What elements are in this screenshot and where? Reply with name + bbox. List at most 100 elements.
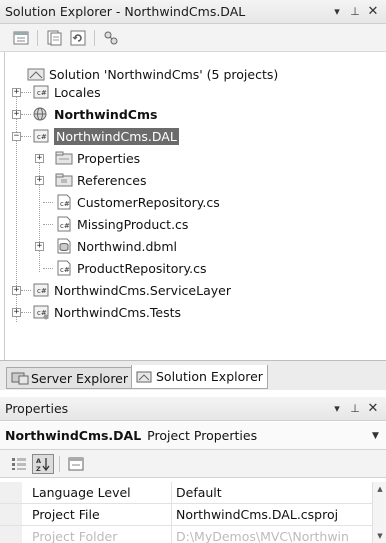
folder-label: References [77, 172, 147, 188]
tree-connector [21, 136, 31, 137]
properties-title-bar: Properties ▾ ⊥ ✕ [0, 397, 386, 421]
solution-label: Solution 'NorthwindCms' (5 projects) [49, 66, 279, 82]
svg-text:A: A [36, 457, 41, 465]
svg-text:c#: c# [60, 222, 70, 230]
grid-gutter [0, 482, 22, 503]
expand-icon[interactable]: + [35, 242, 44, 251]
alphabetical-icon[interactable]: AZ [32, 453, 54, 474]
solution-explorer-icon [136, 369, 154, 385]
property-grid-scrollbar[interactable]: ▲ ▼ [372, 482, 386, 543]
tab-solution-explorer[interactable]: Solution Explorer [131, 365, 268, 389]
expand-icon[interactable]: + [12, 88, 21, 97]
collapse-icon[interactable]: − [12, 132, 21, 141]
csharp-project-icon: c# [32, 282, 50, 298]
tab-label: Server Explorer [31, 370, 129, 386]
explorer-tab-strip: Server Explorer Solution Explorer [0, 360, 386, 390]
toolbar-separator [94, 29, 95, 46]
properties-toolbar: AZ [0, 450, 386, 478]
server-explorer-icon [11, 370, 29, 386]
svg-text:c#: c# [60, 200, 70, 208]
selected-object-name: NorthwindCms.DAL [5, 428, 142, 443]
svg-text:c#: c# [37, 89, 47, 97]
property-row[interactable]: Language Level Default [0, 482, 386, 504]
project-label: NorthwindCms.ServiceLayer [54, 282, 231, 298]
svg-text:Z: Z [36, 465, 41, 472]
grid-gutter [0, 526, 22, 543]
project-label: Locales [54, 84, 101, 100]
show-all-files-icon[interactable] [43, 28, 65, 48]
properties-folder-icon [55, 150, 73, 166]
solution-explorer-title: Solution Explorer - NorthwindCms.DAL [5, 4, 246, 19]
refresh-icon[interactable] [67, 28, 89, 48]
tab-server-explorer[interactable]: Server Explorer [6, 367, 134, 389]
expand-icon[interactable]: + [35, 154, 44, 163]
tree-connector [43, 224, 53, 225]
expand-icon[interactable]: + [12, 286, 21, 295]
file-label: Northwind.dbml [77, 238, 178, 254]
tree-connector [21, 312, 31, 313]
property-value[interactable]: Default [172, 482, 386, 503]
svg-text:c#: c# [60, 266, 70, 274]
categorized-icon[interactable] [8, 454, 30, 474]
tree-node-file[interactable]: c# MissingProduct.cs [55, 213, 188, 235]
property-pages-icon[interactable] [65, 454, 87, 474]
property-value[interactable]: NorthwindCms.DAL.csproj [172, 504, 386, 525]
window-position-dropdown-icon[interactable]: ▾ [328, 402, 346, 415]
tree-node-file[interactable]: c# ProductRepository.cs [55, 257, 207, 279]
csharp-file-icon: c# [55, 216, 73, 232]
tree-node-project[interactable]: c# NorthwindCms.ServiceLayer [32, 279, 231, 301]
tree-node-project-selected[interactable]: c# NorthwindCms.DAL [32, 125, 179, 147]
close-icon[interactable]: ✕ [364, 401, 382, 416]
chevron-down-icon[interactable]: ▼ [372, 431, 386, 441]
property-row[interactable]: Project Folder D:\MyDemos\MVC\Northwin [0, 526, 386, 543]
tree-connector [43, 202, 53, 203]
solution-explorer-title-bar: Solution Explorer - NorthwindCms.DAL ▾ ⊥… [0, 0, 386, 24]
startup-project-label: NorthwindCms [54, 106, 158, 122]
web-project-icon [32, 106, 50, 122]
tree-node-project[interactable]: c# Locales [32, 81, 101, 103]
references-folder-icon [55, 172, 73, 188]
tree-connector [21, 92, 31, 93]
window-position-dropdown-icon[interactable]: ▾ [328, 5, 346, 18]
auto-hide-pin-icon[interactable]: ⊥ [346, 402, 364, 415]
csharp-file-icon: c# [55, 194, 73, 210]
selected-object-type: Project Properties [147, 428, 258, 443]
tree-node-folder[interactable]: References [55, 169, 146, 191]
property-name: Project File [22, 504, 172, 525]
tree-node-folder[interactable]: Properties [55, 147, 140, 169]
toolbar-separator [37, 29, 38, 46]
close-icon[interactable]: ✕ [364, 4, 382, 19]
csharp-file-icon: c# [55, 260, 73, 276]
csharp-project-icon: c# [32, 128, 50, 144]
property-grid: Language Level Default Project File Nort… [0, 482, 386, 543]
properties-icon[interactable] [10, 28, 32, 48]
csharp-project-icon: c# [32, 84, 50, 100]
tree-connector [21, 114, 31, 115]
folder-label: Properties [77, 150, 141, 166]
svg-text:c#: c# [37, 287, 47, 295]
class-view-icon[interactable] [100, 28, 122, 48]
property-row[interactable]: Project File NorthwindCms.DAL.csproj [0, 504, 386, 526]
test-project-icon: c# [32, 304, 50, 320]
file-label: MissingProduct.cs [77, 216, 189, 232]
dbml-file-icon [55, 238, 73, 254]
scroll-down-icon[interactable]: ▼ [373, 529, 386, 543]
expand-icon[interactable]: + [35, 176, 44, 185]
tree-connector [21, 290, 31, 291]
scroll-up-icon[interactable]: ▲ [373, 482, 386, 496]
file-label: ProductRepository.cs [77, 260, 207, 276]
project-label: NorthwindCms.Tests [54, 304, 182, 320]
solution-tree: Solution 'NorthwindCms' (5 projects) + c… [4, 52, 386, 360]
expand-icon[interactable]: + [12, 110, 21, 119]
tree-node-project[interactable]: NorthwindCms [32, 103, 157, 125]
tree-node-project[interactable]: c# NorthwindCms.Tests [32, 301, 181, 323]
auto-hide-pin-icon[interactable]: ⊥ [346, 5, 364, 18]
expand-icon[interactable]: + [12, 308, 21, 317]
grid-gutter [0, 504, 22, 525]
property-name: Project Folder [22, 526, 172, 543]
properties-title: Properties [5, 401, 69, 416]
object-selector[interactable]: NorthwindCms.DAL Project Properties ▼ [0, 422, 386, 450]
tree-node-file[interactable]: Northwind.dbml [55, 235, 177, 257]
tree-node-file[interactable]: c# CustomerRepository.cs [55, 191, 220, 213]
property-value[interactable]: D:\MyDemos\MVC\Northwin [172, 526, 386, 543]
